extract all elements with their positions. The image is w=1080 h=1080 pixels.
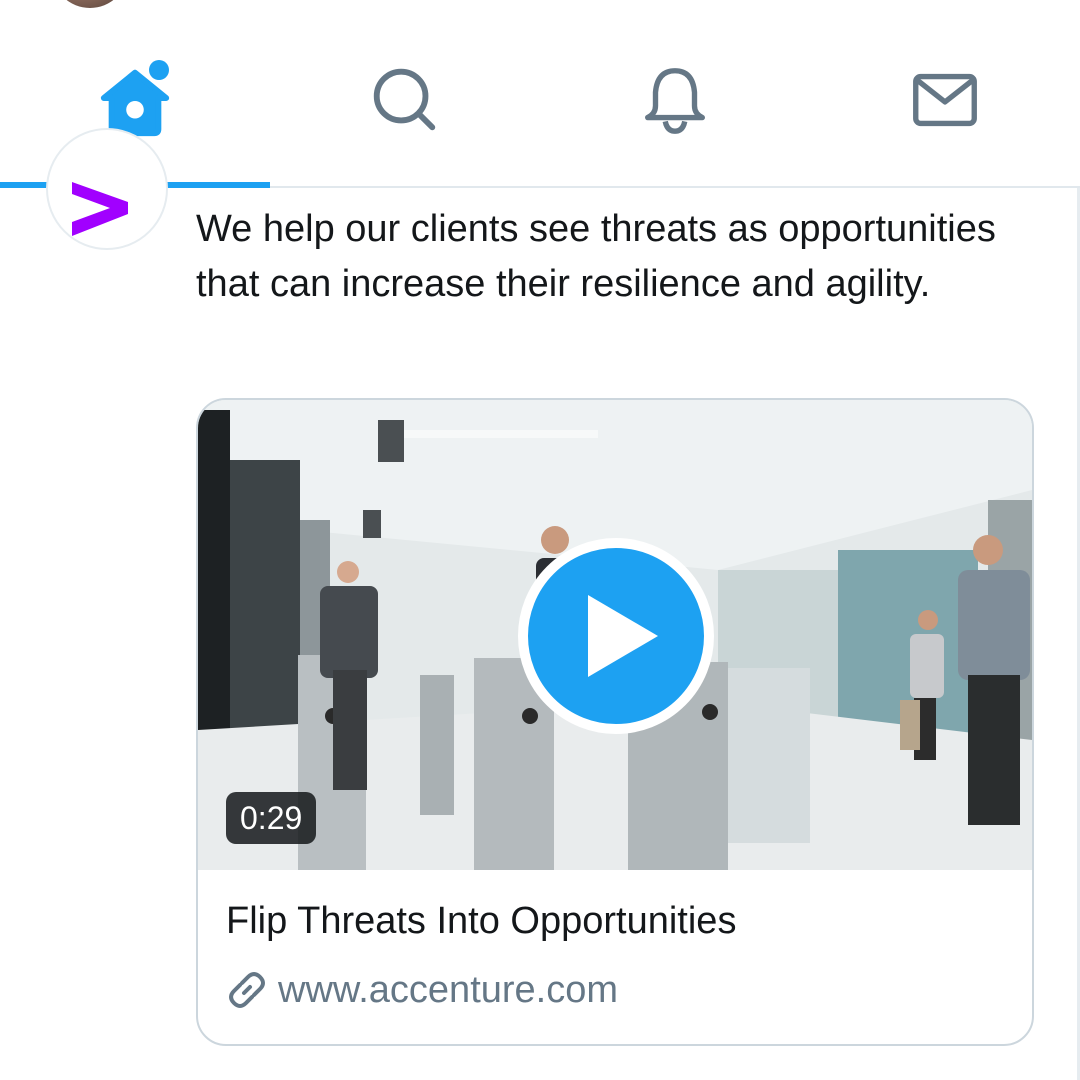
video-duration: 0:29 [226, 792, 317, 844]
card-link-text: www.accenture.com [278, 968, 619, 1011]
card-link[interactable]: www.accenture.com [226, 966, 618, 1014]
tweet-text: We help our clients see threats as oppor… [196, 208, 996, 305]
bell-icon [645, 68, 705, 134]
play-icon [588, 595, 658, 677]
link-card[interactable]: 0:29 Flip Threats Into Opportunities www… [196, 398, 1034, 1046]
search-icon [373, 68, 436, 131]
author-avatar[interactable] [46, 128, 168, 250]
play-button[interactable] [518, 538, 714, 734]
user-avatar[interactable] [52, 0, 128, 8]
link-icon [229, 972, 265, 1008]
mail-icon [913, 73, 977, 127]
tweet[interactable]: We help our clients see threats as oppor… [0, 128, 1080, 1080]
tab-search[interactable] [270, 14, 540, 186]
video-thumbnail[interactable]: 0:29 [198, 400, 1032, 870]
tab-notifications[interactable] [540, 14, 810, 186]
card-title[interactable]: Flip Threats Into Opportunities [226, 900, 736, 943]
notification-dot [149, 60, 169, 80]
accenture-logo-icon [72, 182, 128, 236]
tab-messages[interactable] [810, 14, 1080, 186]
